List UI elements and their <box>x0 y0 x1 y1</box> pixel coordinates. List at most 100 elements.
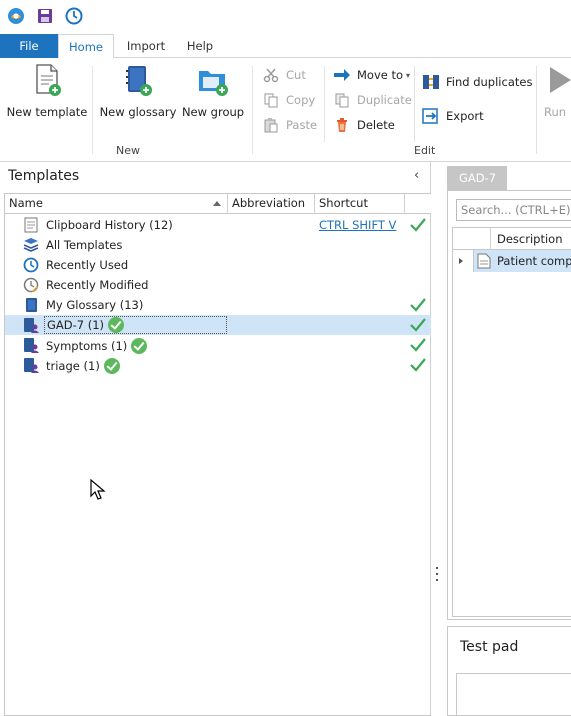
search-input[interactable]: Search... (CTRL+E) <box>456 199 571 221</box>
duplicate-button[interactable]: Duplicate <box>333 90 412 110</box>
export-label: Export <box>446 109 484 123</box>
grid-cell-description: Patient compla <box>497 254 571 268</box>
synced-badge-icon <box>108 317 125 333</box>
copy-button[interactable]: Copy <box>262 90 315 110</box>
tree-row-name-cell: GAD-7 (1) <box>44 316 227 334</box>
new-template-button[interactable]: New template <box>7 62 87 126</box>
pane-title: Templates <box>8 168 80 184</box>
group-label-edit: Edit <box>414 144 436 157</box>
new-group-button[interactable]: New group <box>182 62 244 126</box>
tree-row-label: triage (1) <box>46 359 100 373</box>
templates-pane: Templates ‹ Name Abbreviation Shortcut C… <box>0 162 431 716</box>
check-icon <box>409 216 427 234</box>
run-button[interactable]: Run <box>544 62 571 126</box>
duplicate-label: Duplicate <box>357 93 412 107</box>
grid-header: Description <box>453 228 571 250</box>
move-to-label: Move to <box>357 68 404 82</box>
delete-button[interactable]: Delete <box>333 115 395 135</box>
column-name[interactable]: Name <box>5 194 228 214</box>
test-pad-input[interactable] <box>456 673 571 716</box>
new-group-label: New group <box>181 105 245 119</box>
detail-body: Search... (CTRL+E) Description Patient c… <box>447 190 571 620</box>
tab-import[interactable]: Import <box>118 34 174 58</box>
arrow-right-icon <box>333 66 351 84</box>
expand-arrow-icon[interactable] <box>459 258 463 264</box>
shared-glossary-icon <box>22 317 40 333</box>
app-logo-icon[interactable] <box>6 6 26 26</box>
tree-row-triage[interactable]: triage (1) <box>5 355 431 375</box>
tree-row-label: My Glossary (13) <box>46 298 144 312</box>
test-pad: Test pad <box>447 626 571 716</box>
check-icon <box>409 316 427 334</box>
tab-home[interactable]: Home <box>58 34 114 59</box>
clock-edit-icon <box>22 277 40 293</box>
ribbon-tabs: File Home Import Help <box>0 34 571 59</box>
tree-row-clipboard-history[interactable]: Clipboard History (12) CTRL SHIFT V <box>5 215 431 235</box>
tab-file[interactable]: File <box>0 34 58 58</box>
synced-badge-icon <box>131 338 148 354</box>
tree-row-recently-used[interactable]: Recently Used <box>5 255 431 275</box>
paste-button[interactable]: Paste <box>262 115 317 135</box>
quick-access-toolbar <box>0 0 571 34</box>
shared-glossary-icon <box>22 357 40 373</box>
tree-row-name-cell: triage (1) <box>46 358 120 374</box>
tree-row-label: Recently Used <box>46 258 129 272</box>
templates-tree: Name Abbreviation Shortcut Clipboard His… <box>4 193 431 716</box>
trash-icon <box>333 116 351 134</box>
tab-gad-7[interactable]: GAD-7 <box>447 166 507 190</box>
tree-row-label: Symptoms (1) <box>46 339 128 353</box>
tree-row-gad-7[interactable]: GAD-7 (1) <box>5 315 431 335</box>
mouse-cursor-icon <box>90 478 106 501</box>
duplicate-icon <box>333 91 351 109</box>
tree-row-recently-modified[interactable]: Recently Modified <box>5 275 431 295</box>
new-glossary-button[interactable]: New glossary <box>99 62 177 126</box>
document-icon <box>477 253 491 269</box>
shortcut-link[interactable]: CTRL SHIFT V <box>319 218 396 232</box>
scissors-icon <box>262 66 280 84</box>
column-name-label: Name <box>9 196 43 210</box>
new-template-label: New template <box>6 105 88 119</box>
tree-row-label: Recently Modified <box>46 278 149 292</box>
find-duplicates-label: Find duplicates <box>446 75 533 89</box>
sort-asc-icon <box>213 201 221 206</box>
divider <box>324 66 325 142</box>
move-to-button[interactable]: Move to ▾ <box>333 65 410 85</box>
copy-label: Copy <box>286 93 316 107</box>
play-icon <box>544 62 571 98</box>
new-glossary-label: New glossary <box>99 105 177 119</box>
tree-row-label: GAD-7 (1) <box>47 318 105 332</box>
synced-badge-icon <box>103 358 120 374</box>
cut-button[interactable]: Cut <box>262 65 306 85</box>
tab-help[interactable]: Help <box>176 34 224 58</box>
tree-row-symptoms[interactable]: Symptoms (1) <box>5 335 431 355</box>
tree-row-label: Clipboard History (12) <box>46 218 173 232</box>
column-description[interactable]: Description <box>497 232 563 246</box>
tree-row-all-templates[interactable]: All Templates <box>5 235 431 255</box>
check-icon <box>409 336 427 354</box>
clock-icon[interactable] <box>64 6 84 26</box>
detail-pane: GAD-7 Search... (CTRL+E) Description Pat… <box>445 162 571 716</box>
save-icon[interactable] <box>35 6 55 26</box>
export-button[interactable]: Export <box>422 106 484 126</box>
divider <box>414 66 415 142</box>
find-duplicates-button[interactable]: Find duplicates <box>422 72 532 92</box>
column-shortcut[interactable]: Shortcut <box>315 194 405 214</box>
tree-row-my-glossary[interactable]: My Glossary (13) <box>5 295 431 315</box>
column-abbreviation[interactable]: Abbreviation <box>228 194 315 214</box>
grid-row[interactable]: Patient compla <box>453 250 571 272</box>
find-duplicates-icon <box>422 73 440 91</box>
clock-icon <box>22 257 40 273</box>
delete-label: Delete <box>357 118 395 132</box>
paste-label: Paste <box>286 118 318 132</box>
templates-grid: Description Patient compla <box>452 227 571 617</box>
clipboard-icon <box>22 217 40 233</box>
export-icon <box>422 107 440 125</box>
collapse-pane-icon[interactable]: ‹ <box>414 168 419 183</box>
new-glossary-icon <box>120 62 156 98</box>
grid-indicator-column <box>453 228 491 250</box>
glossary-icon <box>22 297 40 313</box>
check-icon <box>409 296 427 314</box>
pane-splitter[interactable] <box>431 162 445 716</box>
divider <box>536 66 537 154</box>
splitter-grip-icon <box>436 567 439 581</box>
